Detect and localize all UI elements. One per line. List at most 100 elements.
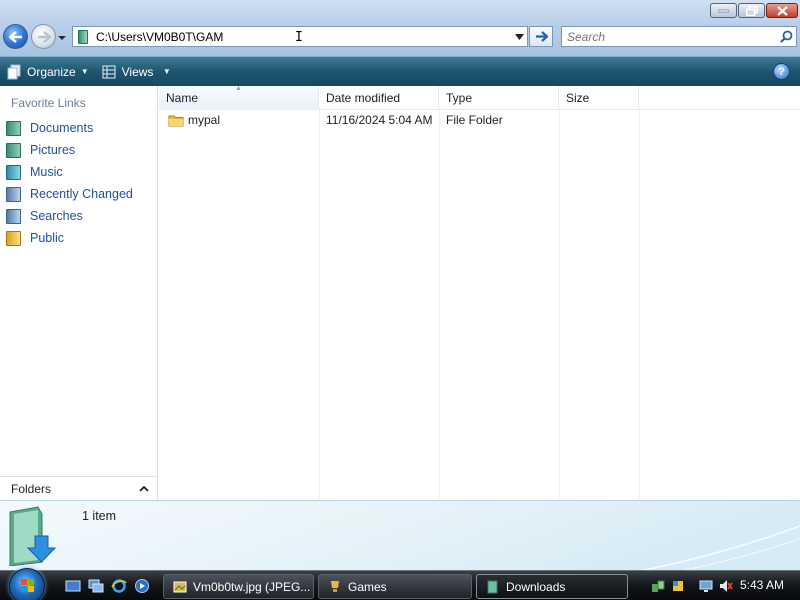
sidebar-item-label: Pictures — [30, 143, 76, 157]
sidebar-item-label: Documents — [30, 121, 94, 135]
go-arrow-icon — [535, 31, 548, 42]
internet-explorer-icon[interactable] — [111, 578, 127, 594]
chevron-down-icon — [58, 36, 66, 40]
column-header-size[interactable]: Size — [559, 86, 639, 110]
sidebar-item-label: Public — [30, 231, 65, 245]
image-viewer-icon — [173, 581, 187, 592]
file-row[interactable]: mypal 11/16/2024 5:04 AM File Folder — [159, 110, 800, 130]
address-bar[interactable]: C:\Users\VM0B0T\GAM I — [72, 26, 528, 47]
taskbar: Vm0b0tw.jpg (JPEG... Games Downloads 5:4… — [0, 568, 800, 600]
column-label: Type — [446, 91, 473, 105]
decorative-swoosh — [566, 506, 800, 570]
sidebar-item-searches[interactable]: Searches — [6, 207, 83, 225]
column-header-date-modified[interactable]: Date modified — [319, 86, 439, 110]
sidebar-item-music[interactable]: Music — [6, 163, 63, 181]
searches-icon — [6, 208, 21, 224]
public-folder-icon — [6, 230, 21, 246]
media-player-icon[interactable] — [134, 578, 150, 594]
chevron-up-icon — [139, 485, 149, 492]
folders-toggle[interactable]: Folders — [0, 476, 157, 500]
column-divider — [639, 110, 640, 500]
windows-security-icon[interactable] — [671, 579, 685, 593]
taskbar-button-label: Games — [348, 579, 387, 594]
start-button[interactable] — [9, 568, 45, 600]
games-icon — [331, 580, 339, 592]
taskbar-button-label: Vm0b0tw.jpg (JPEG... — [193, 579, 311, 594]
help-icon: ? — [778, 65, 785, 78]
maximize-button[interactable] — [738, 3, 765, 18]
clock[interactable]: 5:43 AM — [740, 578, 784, 592]
recent-pages-button[interactable] — [57, 32, 67, 42]
column-header-type[interactable]: Type — [439, 86, 559, 110]
column-header-name[interactable]: ▲ Name — [159, 85, 319, 110]
downloads-folder-icon — [487, 580, 498, 593]
folder-icon — [168, 115, 184, 126]
close-icon — [776, 5, 788, 16]
switch-windows-icon[interactable] — [88, 578, 104, 594]
views-button[interactable]: Views ▼ — [95, 57, 177, 87]
windows-logo-icon — [21, 579, 34, 592]
back-arrow-icon — [8, 30, 22, 43]
file-date-modified: 11/16/2024 5:04 AM — [326, 113, 433, 127]
title-bar: C:\Users\VM0B0T\GAM I — [0, 0, 800, 56]
views-label: Views — [121, 64, 154, 79]
forward-button[interactable] — [31, 24, 56, 49]
taskbar-button-downloads[interactable]: Downloads — [476, 574, 628, 599]
go-button[interactable] — [529, 26, 553, 47]
organize-button[interactable]: Organize ▼ — [0, 57, 95, 87]
column-label: Name — [166, 91, 199, 105]
chevron-down-icon — [514, 33, 524, 40]
sort-ascending-icon: ▲ — [235, 85, 242, 92]
sidebar-item-label: Recently Changed — [30, 187, 133, 201]
address-dropdown-button[interactable] — [511, 27, 527, 46]
search-icon[interactable] — [776, 30, 796, 43]
details-pane: 1 item — [0, 500, 800, 570]
favorite-links-heading: Favorite Links — [11, 96, 86, 110]
file-type: File Folder — [446, 113, 503, 127]
minimize-icon — [718, 9, 729, 12]
help-button[interactable]: ? — [773, 63, 790, 80]
minimize-button[interactable] — [710, 3, 737, 18]
downloads-folder-icon — [9, 506, 57, 566]
column-label: Date modified — [326, 91, 401, 105]
close-button[interactable] — [766, 3, 798, 18]
sidebar-item-recently-changed[interactable]: Recently Changed — [6, 185, 133, 203]
views-icon — [102, 65, 116, 78]
text-cursor-icon: I — [295, 30, 303, 45]
navigation-pane: Favorite Links Documents Pictures Music … — [0, 86, 158, 500]
file-list: ▲ Name Date modified Type Size mypal 11/… — [159, 85, 800, 500]
column-divider — [319, 110, 320, 500]
organize-label: Organize — [27, 64, 76, 79]
search-input[interactable] — [567, 29, 776, 44]
column-label: Size — [566, 91, 590, 105]
forward-arrow-icon — [37, 30, 51, 43]
address-path[interactable]: C:\Users\VM0B0T\GAM — [96, 30, 511, 44]
back-button[interactable] — [3, 24, 28, 49]
sidebar-item-public[interactable]: Public — [6, 229, 64, 247]
column-divider — [559, 110, 560, 500]
folders-label: Folders — [11, 481, 52, 496]
folder-icon — [78, 29, 88, 44]
documents-icon — [6, 120, 21, 136]
sidebar-item-label: Music — [30, 165, 63, 179]
taskbar-button-image-viewer[interactable]: Vm0b0tw.jpg (JPEG... — [163, 574, 314, 599]
file-name: mypal — [188, 113, 221, 127]
search-box[interactable] — [561, 26, 797, 47]
pictures-icon — [6, 142, 21, 158]
taskbar-button-label: Downloads — [506, 579, 566, 594]
item-count: 1 item — [82, 509, 117, 523]
sidebar-item-documents[interactable]: Documents — [6, 119, 93, 137]
sidebar-item-label: Searches — [30, 209, 83, 223]
restore-icon — [745, 5, 758, 16]
file-name-cell[interactable]: mypal — [159, 110, 319, 130]
network-icon[interactable] — [651, 579, 665, 593]
show-desktop-icon[interactable] — [65, 578, 81, 594]
column-header: ▲ Name Date modified Type Size — [159, 85, 800, 110]
sidebar-item-pictures[interactable]: Pictures — [6, 141, 75, 159]
display-icon[interactable] — [699, 579, 713, 593]
command-bar: Organize ▼ Views ▼ ? — [0, 56, 800, 86]
volume-muted-icon[interactable] — [719, 579, 733, 593]
chevron-down-icon: ▼ — [158, 67, 171, 76]
column-divider — [439, 110, 440, 500]
taskbar-button-games[interactable]: Games — [318, 574, 472, 599]
